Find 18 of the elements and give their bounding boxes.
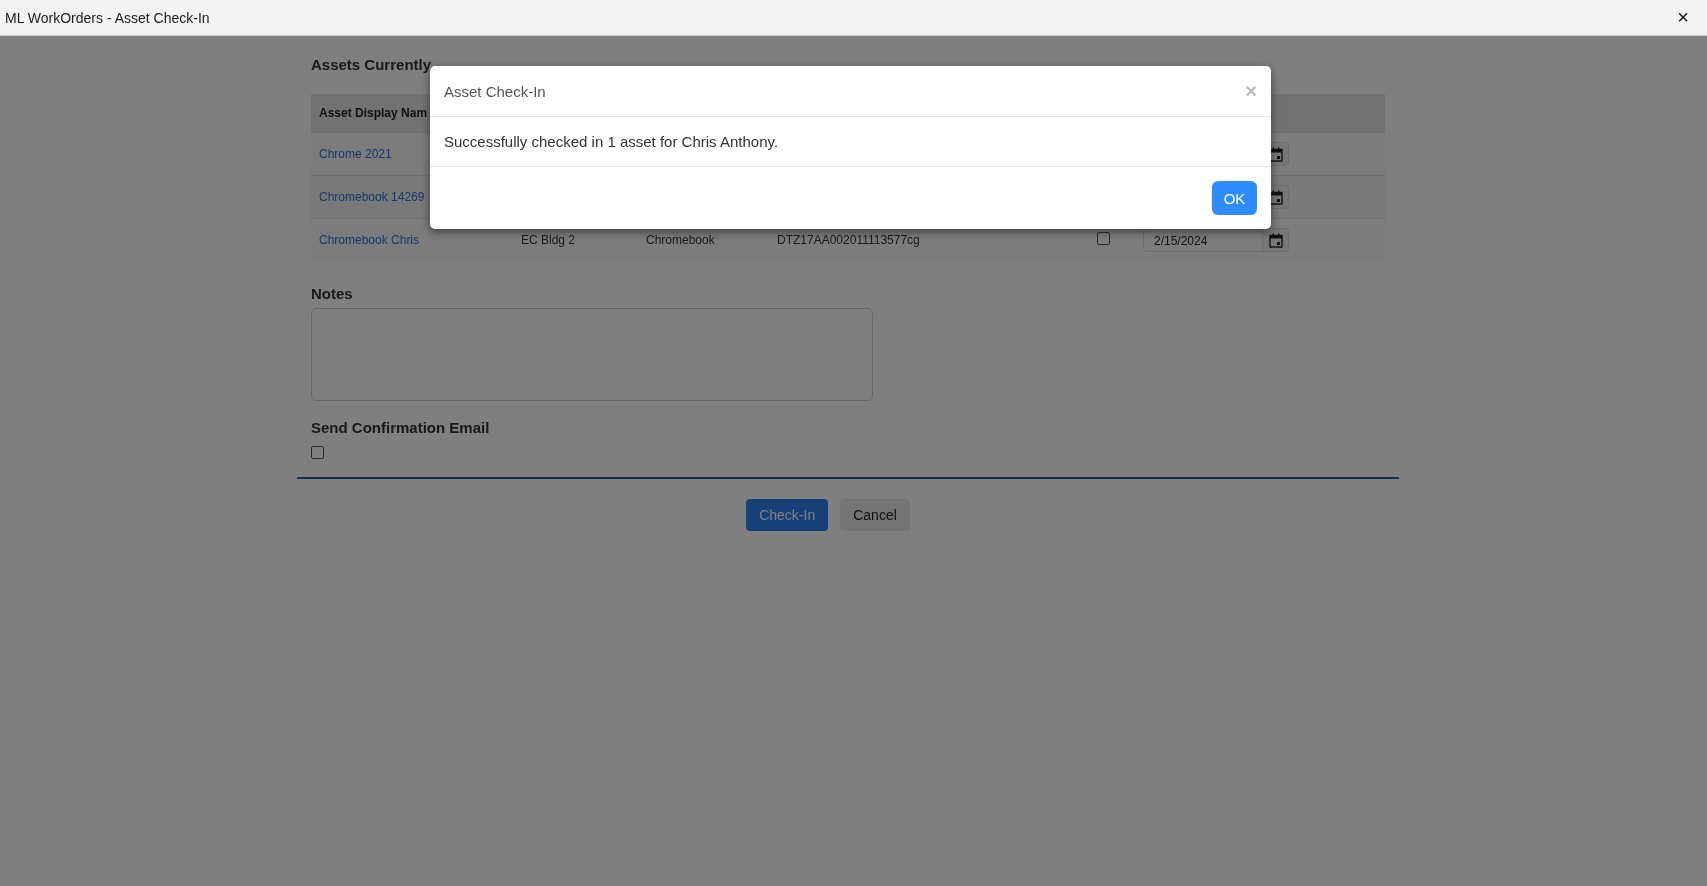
table-cell: Chromebook bbox=[646, 233, 715, 247]
close-button[interactable]: × bbox=[1245, 79, 1257, 103]
check-in-button[interactable]: Check-In bbox=[746, 499, 829, 531]
window-title: ML WorkOrders - Asset Check-In bbox=[5, 9, 210, 26]
ok-button[interactable]: OK bbox=[1212, 181, 1257, 215]
asset-link[interactable]: Chrome 2021 bbox=[319, 147, 392, 161]
cancel-button[interactable]: Cancel bbox=[840, 499, 910, 531]
dialog-title: Asset Check-In bbox=[444, 82, 546, 100]
asset-link[interactable]: Chromebook 14269 bbox=[319, 190, 425, 204]
close-button[interactable]: × bbox=[1671, 6, 1695, 29]
email-label: Send Confirmation Email bbox=[311, 419, 491, 436]
dialog-message: Successfully checked in 1 asset for Chris Anthony. bbox=[444, 133, 779, 150]
notes-label: Notes bbox=[311, 285, 354, 302]
page-title: Assets Currently bbox=[311, 56, 433, 75]
table-cell: DTZ17AA002011113577cg bbox=[777, 233, 920, 247]
asset-link[interactable]: Chromebook Chris bbox=[319, 233, 420, 247]
table-cell: EC Bldg 2 bbox=[521, 233, 576, 247]
column-header: Asset Display Nam bbox=[319, 106, 428, 120]
